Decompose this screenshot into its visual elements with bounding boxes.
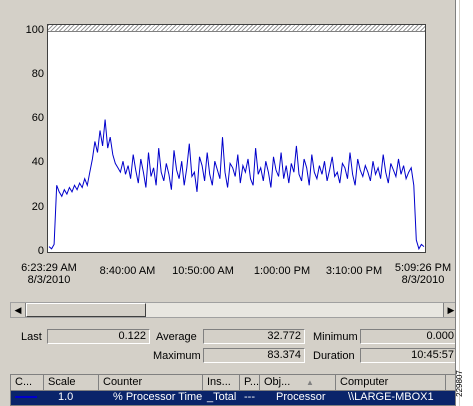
y-tick-label: 40 (31, 156, 44, 168)
x-tick-label-end: 5:09:26 PM 8/3/2010 (394, 262, 452, 286)
row-parent-cell: --- (244, 391, 255, 403)
chart-plot-area[interactable] (47, 24, 426, 253)
minimum-label: Minimum (313, 331, 358, 343)
maximum-label: Maximum (153, 350, 201, 362)
series-color-swatch (15, 396, 37, 399)
duration-label: Duration (313, 350, 355, 362)
row-object-cell: Processor (276, 391, 326, 403)
row-computer-cell: \\LARGE-MBOX1 (348, 391, 434, 403)
x-tick-label: 8:40:00 AM (99, 265, 156, 277)
y-tick-label: 60 (31, 112, 44, 124)
minimum-value: 0.000 (360, 329, 458, 344)
column-header-object[interactable]: Obj... ▲ (260, 375, 336, 391)
row-instance-cell: _Total (207, 391, 237, 403)
y-tick-label: 80 (31, 68, 44, 80)
side-figure-number: 229807 (454, 370, 464, 397)
x-tick-label: 3:10:00 PM (325, 265, 383, 277)
counter-list[interactable]: C... Scale Counter Ins... P... Obj... ▲ … (10, 374, 459, 406)
x-tick-label-start: 6:23:29 AM 8/3/2010 (21, 262, 77, 286)
duration-value: 10:45:57 (360, 348, 458, 363)
last-value: 0.122 (47, 329, 150, 344)
row-counter-cell: % Processor Time (113, 391, 203, 403)
x-tick-label: 1:00:00 PM (253, 265, 311, 277)
y-tick-label: 0 (37, 245, 44, 257)
scroll-left-button[interactable]: ◀ (11, 303, 26, 317)
column-header-counter[interactable]: Counter (99, 375, 203, 391)
column-header-computer[interactable]: Computer (336, 375, 446, 391)
last-label: Last (21, 331, 42, 343)
column-header-scale[interactable]: Scale (44, 375, 99, 391)
scroll-thumb[interactable] (26, 303, 146, 317)
maximum-value: 83.374 (203, 348, 305, 363)
table-row[interactable]: 1.0 % Processor Time _Total --- Processo… (11, 391, 458, 405)
time-scrollbar[interactable]: ◀ ▶ (10, 302, 459, 318)
column-header-color[interactable]: C... (11, 375, 44, 391)
row-scale-cell: 1.0 (58, 391, 74, 403)
row-color-cell (11, 391, 44, 405)
sort-ascending-icon: ▲ (306, 378, 314, 387)
column-header-parent[interactable]: P... (240, 375, 260, 391)
series-line (48, 119, 425, 251)
y-tick-label: 100 (25, 24, 44, 36)
x-tick-label: 10:50:00 AM (172, 265, 234, 277)
window-right-edge (455, 0, 459, 406)
column-header-instance[interactable]: Ins... (203, 375, 240, 391)
average-label: Average (156, 331, 197, 343)
performance-monitor-panel: 100 80 60 40 20 0 6:23:29 AM 8/3/2010 8:… (0, 0, 460, 406)
average-value: 32.772 (203, 329, 305, 344)
column-header-object-label: Obj... (264, 376, 291, 388)
cpu-line-chart (48, 119, 425, 251)
y-tick-label: 20 (31, 201, 44, 213)
